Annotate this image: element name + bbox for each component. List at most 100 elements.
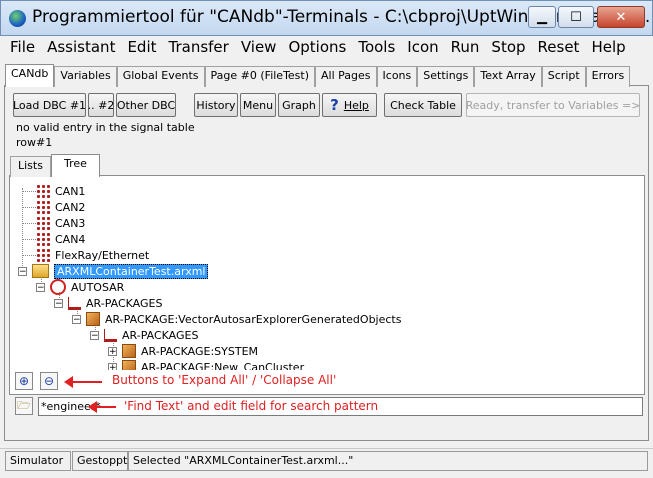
other-dbc-button[interactable]: Other DBC: [116, 93, 176, 117]
menu-reset[interactable]: Reset: [532, 38, 586, 56]
history-button[interactable]: History: [194, 93, 238, 117]
tab-global-events[interactable]: Global Events: [116, 66, 205, 87]
zoom-in-icon: ⊕: [18, 374, 30, 388]
check-table-button[interactable]: Check Table: [384, 93, 462, 117]
tree-node-label: AR-PACKAGE:New_CanCluster: [141, 360, 305, 371]
minimize-icon: ▁: [537, 9, 547, 25]
folder-search-icon: 🗁: [17, 398, 31, 412]
tab-script[interactable]: Script: [541, 66, 586, 87]
collapse-toggle-icon[interactable]: −: [72, 314, 81, 324]
menu-transfer[interactable]: Transfer: [163, 38, 235, 56]
tree-node-can2[interactable]: CAN2: [36, 199, 85, 215]
close-icon: ✕: [615, 9, 627, 25]
menu-edit[interactable]: Edit: [121, 38, 162, 56]
help-question-icon: ?: [330, 96, 339, 114]
menu-tools[interactable]: Tools: [352, 38, 401, 56]
tab-candb[interactable]: CANdb: [5, 64, 55, 87]
tab-tree[interactable]: Tree: [50, 154, 100, 177]
graph-button[interactable]: Graph: [278, 93, 320, 117]
expand-toggle-icon[interactable]: +: [108, 346, 117, 356]
tab-errors[interactable]: Errors: [585, 66, 631, 87]
tree-node-vector-package[interactable]: − AR-PACKAGE:VectorAutosarExplorerGenera…: [72, 311, 401, 327]
find-text-button[interactable]: 🗁: [15, 397, 33, 415]
tree-node-label: AR-PACKAGES: [86, 296, 163, 310]
package-icon: [122, 360, 136, 370]
tree-node-label: CAN1: [55, 184, 86, 198]
load-dbc2-button[interactable]: .. #2: [88, 93, 114, 117]
package-icon: [122, 344, 136, 358]
tab-page-0[interactable]: Page #0 (FileTest): [204, 66, 316, 87]
autosar-icon: [50, 279, 66, 295]
annotation-expand-collapse: Buttons to 'Expand All' / 'Collapse All': [112, 373, 337, 387]
packages-icon: [68, 296, 81, 310]
help-button[interactable]: ? Help: [322, 93, 377, 117]
simulator-status[interactable]: Simulator: [5, 451, 71, 471]
tab-settings[interactable]: Settings: [417, 66, 475, 87]
tree-node-system-package[interactable]: + AR-PACKAGE:SYSTEM: [108, 343, 258, 359]
tree-node-cancluster-package[interactable]: + AR-PACKAGE:New_CanCluster: [108, 359, 304, 370]
menu-help[interactable]: Help: [585, 38, 631, 56]
annotation-arrow: [64, 376, 102, 388]
menu-assistant[interactable]: Assistant: [41, 38, 121, 56]
collapse-toggle-icon[interactable]: −: [18, 266, 27, 276]
tree-node-ar-packages-sub[interactable]: − AR-PACKAGES: [90, 327, 198, 343]
view-tab-bar: Lists Tree: [10, 154, 100, 177]
tab-all-pages[interactable]: All Pages: [315, 66, 377, 87]
expand-all-button[interactable]: ⊕: [15, 372, 33, 390]
tree-node-label: AR-PACKAGES: [122, 328, 199, 342]
maximize-icon: ☐: [570, 9, 582, 25]
tree-node-can4[interactable]: CAN4: [36, 231, 85, 247]
annotation-find-text: 'Find Text' and edit field for search pa…: [124, 399, 379, 413]
tab-icons[interactable]: Icons: [376, 66, 418, 87]
tab-text-array[interactable]: Text Array: [474, 66, 542, 87]
expand-toggle-icon[interactable]: +: [108, 362, 117, 370]
menu-bar: File Assistant Edit Transfer View Option…: [0, 36, 653, 58]
maximize-button[interactable]: ☐: [558, 6, 594, 28]
tree-node-can1[interactable]: CAN1: [36, 183, 85, 199]
tree-node-label: CAN3: [55, 216, 86, 230]
collapse-toggle-icon[interactable]: −: [90, 330, 99, 340]
network-icon: [36, 232, 50, 246]
ready-transfer-button[interactable]: Ready, transfer to Variables =>: [466, 93, 640, 117]
tree-node-label: CAN4: [55, 232, 86, 246]
collapse-all-button[interactable]: ⊖: [40, 372, 58, 390]
menu-file[interactable]: File: [4, 38, 41, 56]
tree-node-can3[interactable]: CAN3: [36, 215, 85, 231]
close-button[interactable]: ✕: [597, 6, 645, 28]
tree-node-label: AR-PACKAGE:SYSTEM: [141, 344, 259, 358]
tree-node-autosar[interactable]: − AUTOSAR: [36, 279, 124, 295]
tree-node-label: CAN2: [55, 200, 86, 214]
tree-node-label: FlexRay/Ethernet: [55, 248, 150, 262]
network-icon: [36, 200, 50, 214]
help-label: Help: [343, 98, 369, 112]
tab-lists[interactable]: Lists: [10, 156, 51, 177]
tree-node-label: AR-PACKAGE:VectorAutosarExplorerGenerate…: [105, 312, 402, 326]
network-icon: [36, 184, 50, 198]
network-icon: [36, 248, 50, 262]
minimize-button[interactable]: ▁: [528, 6, 556, 28]
tree-node-ar-packages[interactable]: − AR-PACKAGES: [54, 295, 162, 311]
menu-view[interactable]: View: [235, 38, 283, 56]
menu-run[interactable]: Run: [445, 38, 486, 56]
menu-options[interactable]: Options: [282, 38, 352, 56]
main-tab-bar: CANdb Variables Global Events Page #0 (F…: [5, 64, 631, 87]
collapse-toggle-icon[interactable]: −: [36, 282, 45, 292]
title-bar[interactable]: Programmiertool für "CANdb"-Terminals - …: [0, 0, 653, 36]
menu-stop[interactable]: Stop: [485, 38, 531, 56]
tree-node-arxml-file[interactable]: − ARXMLContainerTest.arxml: [18, 263, 209, 279]
run-state-status: Gestoppt: [72, 451, 128, 471]
tree-node-flexray[interactable]: FlexRay/Ethernet: [36, 247, 149, 263]
tree-node-label: ARXMLContainerTest.arxml: [54, 263, 209, 279]
tree-view[interactable]: CAN1 CAN2 CAN3 CAN4 FlexRay/Ethernet − A…: [12, 182, 642, 370]
tab-variables[interactable]: Variables: [54, 66, 117, 87]
packages-icon: [104, 328, 117, 342]
folder-open-icon: [32, 264, 49, 278]
row-indicator: row#1: [16, 136, 53, 149]
network-icon: [36, 216, 50, 230]
load-dbc1-button[interactable]: Load DBC #1: [13, 93, 86, 117]
collapse-toggle-icon[interactable]: −: [54, 298, 63, 308]
signal-table-status: no valid entry in the signal table: [16, 121, 195, 134]
menu-button[interactable]: Menu: [240, 93, 276, 117]
menu-icon[interactable]: Icon: [401, 38, 444, 56]
tree-node-label: AUTOSAR: [71, 280, 125, 294]
